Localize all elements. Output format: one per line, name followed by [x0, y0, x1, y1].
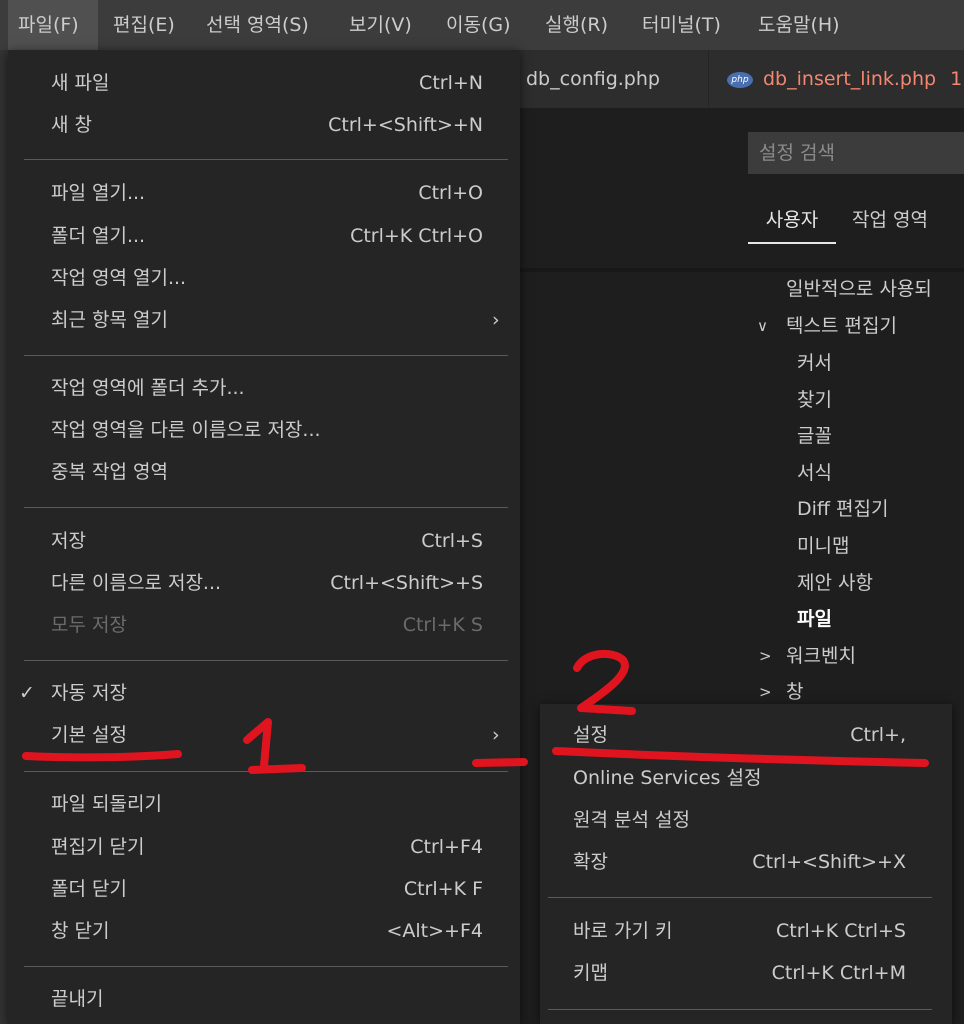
menu-item-duplicate-workspace[interactable]: 중복 작업 영역: [51, 451, 168, 493]
chevron-right-icon[interactable]: >: [759, 639, 772, 673]
shortcut-new-window: Ctrl+<Shift>+N: [328, 114, 483, 136]
toc-item-commonly-used[interactable]: 일반적으로 사용되: [786, 272, 932, 306]
menubar-selection[interactable]: 선택 영역(S): [206, 0, 309, 50]
menu-item-online-services-settings[interactable]: Online Services 설정: [573, 757, 761, 799]
menu-separator: [24, 771, 508, 772]
menu-item-extensions[interactable]: 확장: [573, 841, 608, 883]
menubar-terminal[interactable]: 터미널(T): [642, 0, 721, 50]
settings-tab-user[interactable]: 사용자: [748, 200, 836, 244]
toc-item-workbench[interactable]: 워크벤치: [786, 639, 856, 673]
menu-item-revert-file[interactable]: 파일 되돌리기: [51, 783, 162, 825]
preferences-submenu: 설정 Ctrl+, Online Services 설정 원격 분석 설정 확장…: [540, 704, 952, 1024]
menu-item-close-window[interactable]: 창 닫기: [51, 910, 109, 952]
menu-item-preferences[interactable]: 기본 설정: [51, 714, 127, 756]
chevron-right-icon: ›: [492, 309, 500, 331]
shortcut-open-file: Ctrl+O: [418, 182, 483, 204]
toc-item-font[interactable]: 글꼴: [797, 419, 832, 453]
menu-separator: [548, 1009, 932, 1010]
toc-item-find[interactable]: 찾기: [797, 383, 832, 417]
menu-item-close-editor[interactable]: 편집기 닫기: [51, 826, 144, 868]
activity-bar: [0, 50, 8, 1024]
tab-label: db_insert_link.php: [763, 68, 937, 90]
annotation-number-2: [573, 649, 636, 715]
toc-item-suggestions[interactable]: 제안 사항: [797, 566, 873, 600]
menu-item-new-file[interactable]: 새 파일: [51, 62, 109, 104]
shortcut-extensions: Ctrl+<Shift>+X: [752, 851, 906, 873]
menu-item-open-file[interactable]: 파일 열기...: [51, 172, 145, 214]
settings-tab-workspace[interactable]: 작업 영역: [852, 200, 928, 244]
tab-label: db_config.php: [526, 68, 660, 90]
check-icon: ✓: [19, 682, 35, 704]
menu-item-save[interactable]: 저장: [51, 520, 86, 562]
menu-separator: [24, 660, 508, 661]
menu-item-telemetry-settings[interactable]: 원격 분석 설정: [573, 799, 690, 841]
menu-item-save-as[interactable]: 다른 이름으로 저장...: [51, 562, 221, 604]
menu-item-new-window[interactable]: 새 창: [51, 104, 92, 146]
file-menu: 새 파일 Ctrl+N 새 창 Ctrl+<Shift>+N 파일 열기... …: [8, 50, 520, 1024]
menu-item-save-workspace-as[interactable]: 작업 영역을 다른 이름으로 저장...: [51, 409, 321, 451]
menu-item-save-all: 모두 저장: [51, 614, 127, 636]
php-icon: php: [727, 72, 753, 88]
menu-separator: [548, 897, 932, 898]
menubar-file[interactable]: 파일(F): [8, 0, 98, 50]
menu-separator: [24, 159, 508, 160]
shortcut-keymaps: Ctrl+K Ctrl+M: [771, 962, 906, 984]
menu-item-add-folder-to-workspace[interactable]: 작업 영역에 폴더 추가...: [51, 367, 245, 409]
toc-item-files[interactable]: 파일: [797, 602, 832, 636]
shortcut-save-as: Ctrl+<Shift>+S: [330, 572, 483, 594]
menu-bar: 파일(F) 편집(E) 선택 영역(S) 보기(V) 이동(G) 실행(R) 터…: [0, 0, 964, 50]
settings-search-input[interactable]: 설정 검색: [748, 132, 964, 174]
menu-item-open-recent[interactable]: 최근 항목 열기: [51, 299, 168, 341]
menu-separator: [24, 355, 508, 356]
shortcut-close-folder: Ctrl+K F: [403, 878, 483, 900]
menubar-run[interactable]: 실행(R): [545, 0, 608, 50]
menu-separator: [24, 966, 508, 967]
toc-item-cursor[interactable]: 커서: [797, 346, 832, 380]
shortcut-close-editor: Ctrl+F4: [410, 836, 483, 858]
menu-item-open-workspace[interactable]: 작업 영역 열기...: [51, 257, 186, 299]
menu-item-close-folder[interactable]: 폴더 닫기: [51, 868, 127, 910]
menubar-help[interactable]: 도움말(H): [758, 0, 840, 50]
menu-separator: [24, 507, 508, 508]
tab-db-config[interactable]: db_config.php: [512, 50, 708, 108]
shortcut-keyboard-shortcuts: Ctrl+K Ctrl+S: [775, 920, 906, 942]
menu-item-open-folder[interactable]: 폴더 열기...: [51, 215, 145, 257]
chevron-down-icon[interactable]: ∨: [757, 309, 768, 343]
menubar-view[interactable]: 보기(V): [349, 0, 412, 50]
editor-tab-strip: db_config.php php db_insert_link.php 1: [512, 50, 964, 108]
toc-item-formatting[interactable]: 서식: [797, 456, 832, 490]
menubar-go[interactable]: 이동(G): [446, 0, 511, 50]
menu-item-keymaps[interactable]: 키맵: [573, 952, 608, 994]
menu-item-exit[interactable]: 끝내기: [51, 978, 103, 1020]
shortcut-save-all: Ctrl+K S: [402, 614, 483, 636]
shortcut-close-window: <Alt>+F4: [386, 920, 483, 942]
chevron-right-icon: ›: [492, 724, 500, 746]
shortcut-new-file: Ctrl+N: [419, 72, 483, 94]
toc-item-diff-editor[interactable]: Diff 편집기: [797, 492, 888, 526]
menu-item-keyboard-shortcuts[interactable]: 바로 가기 키: [573, 910, 672, 952]
toc-item-minimap[interactable]: 미니맵: [797, 529, 849, 563]
shortcut-save: Ctrl+S: [421, 530, 483, 552]
shortcut-open-folder: Ctrl+K Ctrl+O: [350, 225, 483, 247]
problem-count-badge: 1: [950, 68, 963, 90]
toc-item-text-editor[interactable]: 텍스트 편집기: [786, 309, 897, 343]
menu-item-auto-save[interactable]: 자동 저장: [51, 672, 127, 714]
tab-db-insert-link[interactable]: php db_insert_link.php 1: [708, 50, 964, 108]
menubar-edit[interactable]: 편집(E): [113, 0, 175, 50]
menu-item-settings[interactable]: 설정: [573, 714, 608, 756]
shortcut-settings: Ctrl+,: [850, 724, 906, 746]
